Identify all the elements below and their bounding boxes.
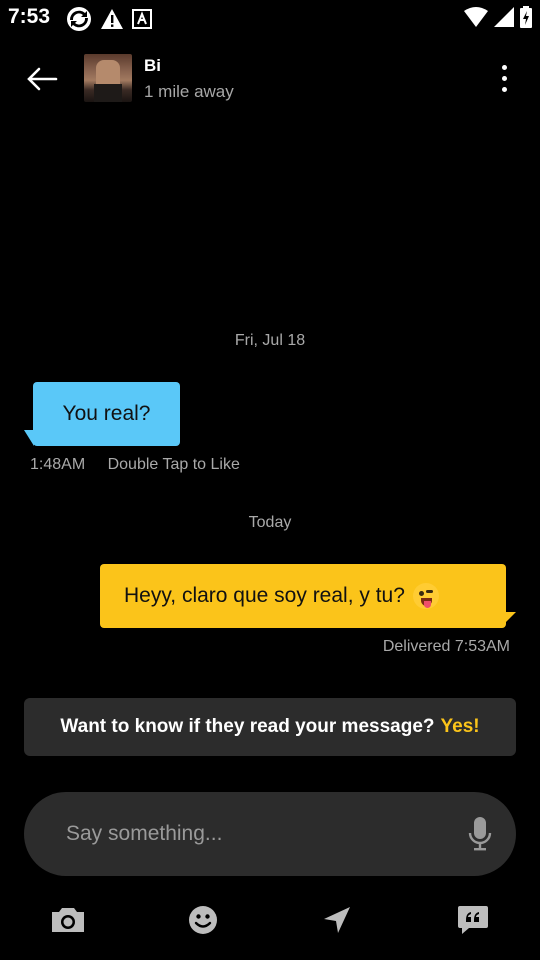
voice-message-button[interactable] (468, 816, 492, 852)
location-arrow-icon (324, 907, 350, 933)
back-arrow-icon (27, 67, 58, 91)
sync-icon (66, 6, 92, 37)
date-separator: Today (248, 514, 292, 531)
battery-icon (520, 6, 532, 33)
incoming-message-time: 1:48AM (30, 456, 86, 473)
outgoing-message-text: Heyy, claro que soy real, y tu? (124, 584, 405, 607)
more-options-button[interactable] (492, 60, 516, 96)
warning-icon (100, 8, 124, 35)
outgoing-bubble-tail (500, 612, 516, 628)
avatar[interactable] (84, 54, 132, 102)
back-button[interactable] (22, 62, 62, 96)
quote-bubble-icon (458, 906, 488, 934)
status-time: 7:53 (8, 5, 51, 28)
send-location-button[interactable] (317, 902, 357, 938)
cell-signal-icon (494, 7, 514, 32)
status-bar: 7:53 (0, 0, 540, 36)
camera-icon (52, 908, 84, 932)
incoming-message-bubble[interactable]: You real? (33, 382, 180, 446)
dot-icon (501, 75, 507, 81)
wifi-icon (464, 7, 488, 32)
chat-header: Bi 1 mile away (0, 40, 540, 120)
contact-distance: 1 mile away (144, 82, 234, 101)
status-system-icons (464, 6, 532, 33)
incoming-message-text: You real? (62, 402, 151, 425)
emoji-button[interactable] (183, 902, 223, 938)
read-receipt-upsell-banner[interactable]: Want to know if they read your message? … (24, 698, 516, 756)
microphone-icon (468, 817, 492, 851)
double-tap-like-hint: Double Tap to Like (107, 456, 240, 473)
chat-toolbar (0, 892, 540, 948)
read-receipt-question: Want to know if they read your message? (60, 716, 435, 737)
delivery-status: Delivered 7:53AM (382, 638, 510, 655)
smiley-icon (189, 906, 217, 934)
incoming-bubble-tail (24, 430, 34, 446)
dot-icon (501, 86, 507, 92)
saved-phrases-button[interactable] (453, 902, 493, 938)
message-composer (24, 792, 516, 876)
message-input[interactable] (66, 814, 446, 854)
outgoing-message-bubble[interactable]: Heyy, claro que soy real, y tu? (100, 564, 506, 628)
incoming-message-meta: 1:48AM Double Tap to Like (30, 456, 240, 474)
dot-icon (501, 64, 507, 70)
contact-name[interactable]: Bi (144, 56, 161, 76)
winking-tongue-emoji-icon (412, 583, 439, 609)
font-icon (132, 9, 152, 34)
read-receipt-yes-link[interactable]: Yes! (441, 716, 480, 738)
status-notifications (66, 6, 152, 37)
camera-button[interactable] (48, 902, 88, 938)
date-separator: Fri, Jul 18 (234, 332, 306, 349)
